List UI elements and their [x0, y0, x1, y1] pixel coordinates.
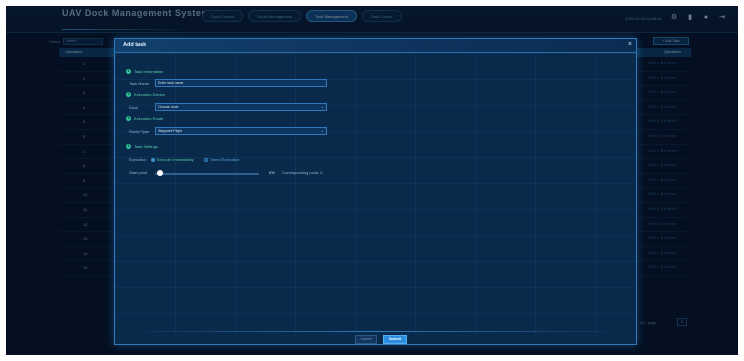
radio-unchecked-icon [203, 157, 208, 162]
route-type-label: Route Type [129, 129, 150, 134]
dock-select[interactable]: Choose dock ⌄ [155, 103, 327, 111]
route-type-value: Waypoint Flight [158, 129, 182, 133]
dialog-title: Add task [123, 42, 147, 48]
dialog-footer-divider [123, 331, 628, 332]
close-icon[interactable]: × [628, 41, 632, 49]
section-task-information: 1 Task Information [126, 69, 163, 74]
corresponding-point-text: Corresponding point: 0 [282, 170, 323, 175]
radio-checked-icon [150, 157, 155, 162]
section-title: Execution Route [134, 116, 164, 121]
app-window: UAV Dock Management System Dock Control … [6, 6, 738, 355]
chevron-down-icon: ⌄ [320, 104, 324, 109]
start-point-percent: 0% [269, 170, 275, 175]
dock-select-value: Choose dock [158, 105, 179, 109]
submit-button[interactable]: Submit [383, 335, 407, 344]
screenshot-frame: UAV Dock Management System Dock Control … [0, 0, 744, 361]
dialog-header: Add task × [115, 39, 636, 53]
section-execution-device: 2 Execution Device [126, 92, 165, 97]
chevron-down-icon: ⌄ [320, 128, 324, 133]
section-number: 3 [126, 116, 131, 121]
dialog-grid-background [115, 53, 636, 333]
radio-timed-execution[interactable]: Timed Execution [203, 157, 240, 162]
route-type-select[interactable]: Waypoint Flight ⌄ [155, 127, 327, 135]
cancel-button[interactable]: Cancel [355, 335, 377, 344]
task-name-label: Task Name [129, 81, 150, 86]
radio-label: Timed Execution [209, 157, 240, 162]
section-number: 2 [126, 92, 131, 97]
add-task-dialog: Add task × 1 Task Information Task Name … [114, 38, 637, 345]
start-point-label: Start point [129, 170, 148, 175]
section-title: Task Information [134, 69, 164, 74]
start-point-slider-track[interactable] [155, 173, 259, 175]
execution-radio-group: Execution Execute Immediately Timed Exec… [129, 157, 239, 162]
dock-label: Dock [129, 105, 139, 110]
execution-label: Execution [129, 157, 147, 162]
section-title: Task Settings [134, 144, 158, 149]
section-task-settings: 4 Task Settings [126, 144, 158, 149]
radio-execute-immediately[interactable]: Execute Immediately [150, 157, 194, 162]
section-title: Execution Device [134, 92, 165, 97]
section-number: 1 [126, 69, 131, 74]
task-name-input[interactable]: Enter task name [155, 79, 327, 87]
section-number: 4 [126, 144, 131, 149]
radio-label: Execute Immediately [156, 157, 194, 162]
section-execution-route: 3 Execution Route [126, 116, 163, 121]
start-point-slider-handle[interactable] [157, 170, 163, 176]
